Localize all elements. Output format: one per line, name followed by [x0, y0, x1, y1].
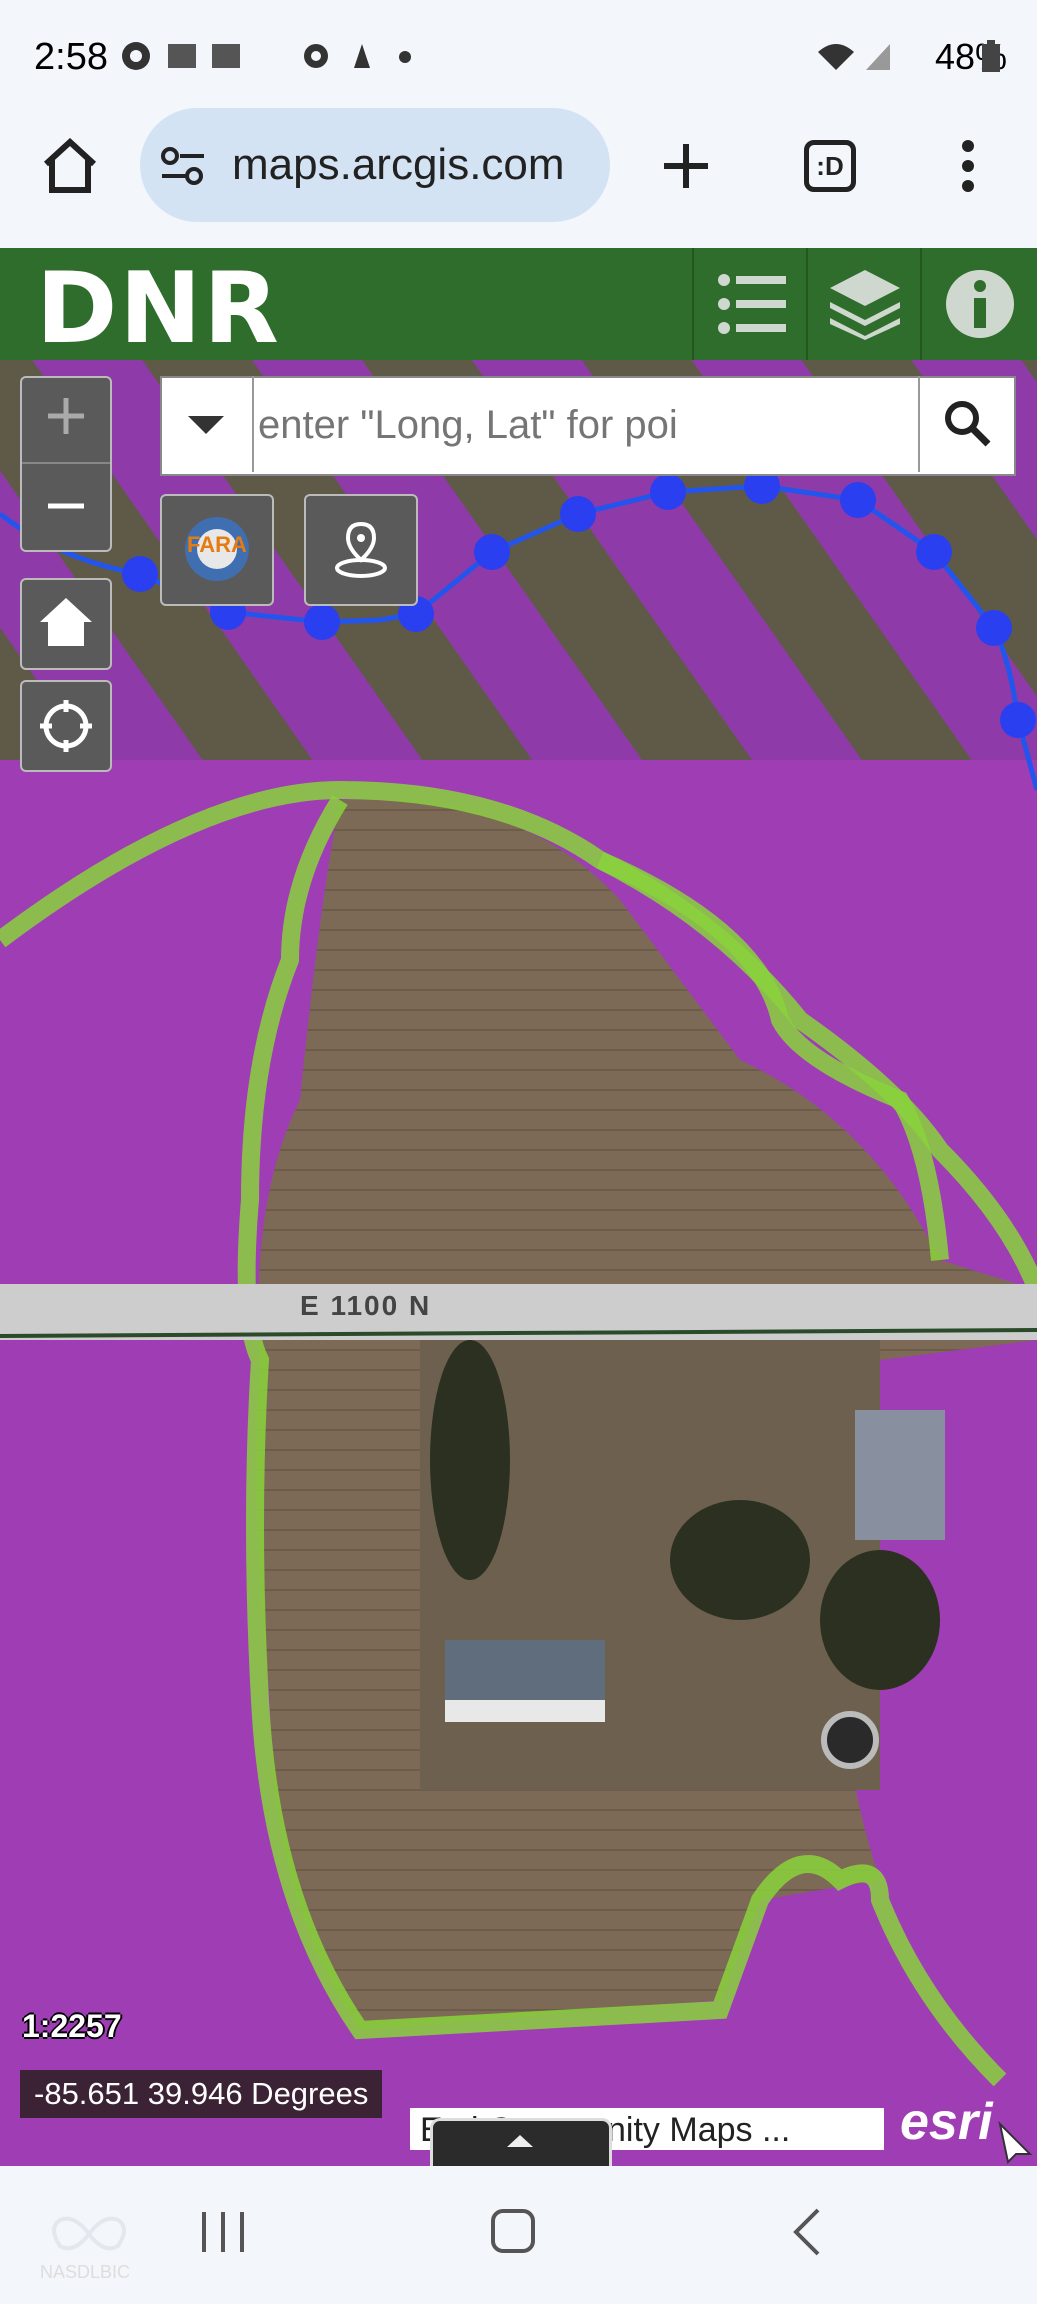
url-text[interactable]: maps.arcgis.com	[232, 140, 565, 190]
home-icon	[40, 598, 92, 646]
stream-point[interactable]	[474, 534, 510, 570]
more-notifications-dot-icon	[399, 51, 411, 63]
home-nav-icon[interactable]	[488, 2206, 538, 2256]
road-label: E 1100 N	[300, 1290, 432, 1321]
home-extent-button[interactable]	[20, 578, 112, 670]
locate-icon	[40, 700, 92, 752]
app-notification-icon	[354, 44, 370, 68]
layers-button[interactable]	[806, 248, 920, 360]
esri-logo: esri	[900, 2093, 993, 2151]
locate-button[interactable]	[20, 680, 112, 772]
home-icon[interactable]	[40, 138, 100, 194]
resize-cursor-icon	[998, 2120, 1033, 2164]
news-notification-icon	[168, 44, 196, 68]
new-tab-icon[interactable]	[660, 140, 712, 192]
browser-menu-icon[interactable]	[956, 138, 980, 194]
fara-label: FARA	[187, 532, 247, 557]
watermark-text: NASDLBIC	[40, 2262, 131, 2282]
map-canvas[interactable]	[0, 360, 1037, 2166]
wifi-icon	[818, 44, 854, 70]
tab-switcher-button[interactable]: :D	[804, 140, 856, 192]
dnr-logo: DNR	[36, 252, 281, 366]
search-icon	[945, 401, 991, 447]
tree-cluster-2	[820, 1550, 940, 1690]
search-input[interactable]	[256, 380, 920, 470]
tree-cluster	[670, 1500, 810, 1620]
search-button[interactable]	[918, 376, 1014, 472]
legend-button[interactable]	[692, 248, 806, 360]
stream-point[interactable]	[650, 474, 686, 510]
infinity-watermark-icon	[52, 2216, 126, 2251]
stream-point[interactable]	[304, 604, 340, 640]
signal-icon	[866, 44, 890, 70]
stream-point[interactable]	[1000, 702, 1036, 738]
fara-tool-button[interactable]: FARA	[160, 494, 274, 606]
bottom-panel-handle[interactable]	[430, 2118, 612, 2169]
status-time: 2:58	[34, 36, 108, 78]
settings-notification-icon	[304, 44, 328, 68]
tree-line	[430, 1340, 510, 1580]
list-icon	[718, 274, 786, 334]
chrome-notification-icon	[122, 42, 150, 70]
map-scale: 1:2257	[22, 2008, 122, 2044]
map-pin-icon	[335, 521, 387, 578]
back-nav-icon[interactable]	[788, 2206, 824, 2258]
search-source-dropdown[interactable]	[160, 376, 254, 472]
barn-wall	[445, 1700, 605, 1722]
news-notification-icon-2	[212, 44, 240, 68]
map-view[interactable]	[0, 360, 1037, 2166]
recent-apps-icon[interactable]	[198, 2208, 248, 2256]
coordinate-readout: -85.651 39.946 Degrees	[20, 2070, 383, 2118]
barn-roof	[445, 1640, 605, 1702]
battery-icon	[982, 40, 1000, 72]
site-settings-icon[interactable]	[160, 144, 206, 188]
chevron-up-icon	[507, 2135, 533, 2147]
stream-point[interactable]	[840, 482, 876, 518]
stream-point[interactable]	[916, 534, 952, 570]
zoom-control	[20, 376, 112, 552]
zoom-out-icon[interactable]	[46, 486, 86, 526]
zoom-in-icon[interactable]	[46, 396, 86, 436]
info-button[interactable]	[920, 248, 1034, 360]
stream-point[interactable]	[122, 556, 158, 592]
stream-point[interactable]	[560, 496, 596, 532]
info-icon	[946, 270, 1014, 338]
stream-point[interactable]	[976, 610, 1012, 646]
layers-icon	[830, 270, 900, 340]
location-tool-button[interactable]	[304, 494, 418, 606]
house-roof	[855, 1410, 945, 1540]
silo	[821, 1711, 879, 1769]
chevron-down-icon	[188, 416, 224, 434]
